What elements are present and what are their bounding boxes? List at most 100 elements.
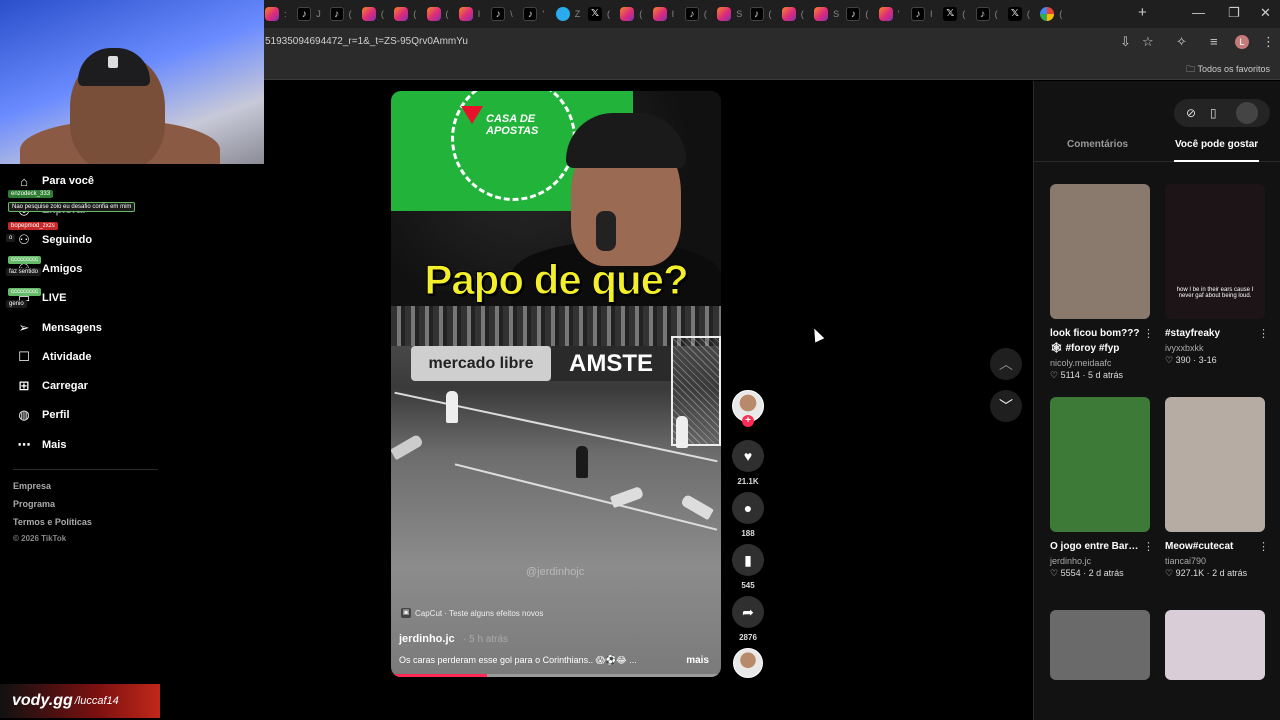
tab-title-fragment[interactable]: ( — [413, 9, 416, 19]
video-thumbnail[interactable] — [1050, 184, 1150, 319]
nav-item-2[interactable]: ⚇ Seguindo — [14, 230, 92, 250]
prev-video-button[interactable]: ︿ — [990, 348, 1022, 380]
card-author[interactable]: tiancai790 — [1165, 556, 1265, 566]
tab-title-fragment[interactable]: Z — [575, 9, 581, 19]
nav-item-5[interactable]: ➢ Mensagens — [14, 318, 102, 338]
tab-title-fragment[interactable]: ( — [704, 9, 707, 19]
tab-title-fragment[interactable]: ( — [865, 9, 868, 19]
instagram-tab-icon[interactable] — [394, 7, 409, 21]
instagram-tab-icon[interactable] — [361, 7, 376, 21]
all-bookmarks-link[interactable]: 🗀 Todos os favoritos — [1186, 62, 1270, 78]
nav-item-7[interactable]: ⊞ Carregar — [14, 376, 88, 396]
tiktok-tab-icon[interactable]: ♪ — [491, 7, 506, 21]
card-author[interactable]: jerdinho.jc — [1050, 556, 1150, 566]
compass-icon[interactable]: ⊘ — [1186, 106, 1196, 120]
x-tab-icon[interactable]: 𝕏 — [1007, 7, 1022, 21]
video-progress[interactable] — [391, 674, 721, 677]
capcut-badge[interactable]: ▣ CapCut · Teste alguns efeitos novos — [401, 608, 543, 618]
bookmark-star-icon[interactable]: ☆ — [1142, 34, 1154, 50]
video-card[interactable] — [1050, 610, 1150, 680]
video-thumbnail[interactable] — [1050, 397, 1150, 532]
tab-comments[interactable]: Comentários — [1067, 139, 1128, 150]
telegram-tab-icon[interactable] — [555, 7, 570, 21]
tab-title-fragment[interactable]: I — [672, 9, 675, 19]
google-tab-icon[interactable] — [1040, 7, 1055, 21]
tiktok-tab-icon[interactable]: ♪ — [684, 7, 699, 21]
footer-link[interactable]: Termos e Políticas — [13, 517, 92, 527]
card-menu-icon[interactable]: ⋮ — [1258, 327, 1269, 340]
menu-kebab-icon[interactable]: ⋮ — [1262, 34, 1275, 50]
video-thumbnail[interactable]: how I be in their ears cause I never gaf… — [1165, 184, 1265, 319]
tab-title-fragment[interactable]: ( — [962, 9, 965, 19]
tiktok-tab-icon[interactable]: ♪ — [749, 7, 764, 21]
tab-title-fragment[interactable]: ( — [1027, 9, 1030, 19]
tab-title-fragment[interactable]: ' — [542, 9, 544, 19]
instagram-tab-icon[interactable] — [717, 7, 732, 21]
instagram-tab-icon[interactable] — [620, 7, 635, 21]
tiktok-tab-icon[interactable]: ♪ — [975, 7, 990, 21]
url-text[interactable]: 51935094694472_r=1&_t=ZS-95Qrv0AmmYu — [265, 36, 468, 47]
video-author[interactable]: jerdinho.jc — [399, 633, 455, 645]
tab-title-fragment[interactable]: ( — [381, 9, 384, 19]
tiktok-tab-icon[interactable]: ♪ — [523, 7, 538, 21]
video-thumbnail[interactable] — [1165, 397, 1265, 532]
card-menu-icon[interactable]: ⋮ — [1258, 540, 1269, 553]
tiktok-tab-icon[interactable]: ♪ — [329, 7, 344, 21]
instagram-tab-icon[interactable] — [781, 7, 796, 21]
video-thumbnail[interactable] — [1050, 610, 1150, 680]
media-icon[interactable]: ≡ — [1210, 34, 1218, 49]
card-title[interactable]: Meow#cutecat — [1165, 539, 1257, 554]
tiktok-tab-icon[interactable]: ♪ — [297, 7, 312, 21]
instagram-tab-icon[interactable] — [878, 7, 893, 21]
video-card[interactable]: Meow#cutecat tiancai790 ♡ 927.1K · 2 d atr… — [1165, 397, 1269, 579]
tab-title-fragment[interactable]: I — [930, 9, 933, 19]
tiktok-tab-icon[interactable]: ♪ — [911, 7, 925, 21]
instagram-tab-icon[interactable] — [265, 7, 279, 21]
save-button[interactable]: ▮ — [732, 544, 764, 576]
extensions-icon[interactable]: ✧ — [1176, 34, 1187, 50]
install-icon[interactable]: ⇩ — [1120, 34, 1131, 50]
tab-title-fragment[interactable]: S — [833, 9, 839, 19]
tab-you-may-like[interactable]: Você pode gostar — [1175, 139, 1258, 150]
tab-title-fragment[interactable]: ( — [801, 9, 804, 19]
card-title[interactable]: O jogo entre Barracas central ... — [1050, 539, 1142, 554]
music-disc-avatar[interactable] — [733, 648, 763, 678]
restore-icon[interactable]: ❐ — [1228, 5, 1240, 21]
card-author[interactable]: ivyxxbxkk — [1165, 343, 1265, 353]
like-button[interactable]: ♥ — [732, 440, 764, 472]
minimize-icon[interactable]: — — [1192, 5, 1205, 20]
nav-item-9[interactable]: ⋯ Mais — [14, 435, 67, 455]
tab-title-fragment[interactable]: ( — [446, 9, 449, 19]
video-thumbnail[interactable] — [1165, 610, 1265, 680]
video-player[interactable]: CASA DE APOSTAS mercado libre AMSTE Papo… — [391, 91, 721, 677]
comment-button[interactable]: ● — [732, 492, 764, 524]
video-card[interactable]: look ficou bom??? 🕸 #foroy #fyp nicoly.me… — [1050, 184, 1154, 381]
x-tab-icon[interactable]: 𝕏 — [588, 7, 602, 21]
tab-title-fragment[interactable]: ( — [995, 9, 998, 19]
card-menu-icon[interactable]: ⋮ — [1143, 540, 1154, 553]
video-card[interactable]: how I be in their ears cause I never gaf… — [1165, 184, 1269, 366]
phone-icon[interactable]: ▯ — [1210, 106, 1217, 120]
instagram-tab-icon[interactable] — [814, 7, 829, 21]
tab-title-fragment[interactable]: ( — [349, 9, 352, 19]
follow-button[interactable]: + — [742, 415, 754, 427]
share-button[interactable]: ➦ — [732, 596, 764, 628]
instagram-tab-icon[interactable] — [426, 7, 441, 21]
nav-item-8[interactable]: ◍ Perfil — [14, 405, 69, 425]
user-avatar[interactable] — [1236, 102, 1258, 124]
tab-title-fragment[interactable]: \ — [510, 9, 513, 19]
close-icon[interactable]: ✕ — [1260, 5, 1271, 21]
profile-avatar[interactable]: L — [1235, 35, 1249, 49]
footer-link[interactable]: Empresa — [13, 481, 51, 491]
instagram-tab-icon[interactable] — [458, 7, 473, 21]
tab-title-fragment[interactable]: ' — [898, 9, 900, 19]
tab-title-fragment[interactable]: ( — [607, 9, 610, 19]
tab-title-fragment[interactable]: ( — [1059, 9, 1062, 19]
tab-title-fragment[interactable]: ( — [769, 9, 772, 19]
instagram-tab-icon[interactable] — [652, 7, 667, 21]
more-button[interactable]: mais — [686, 655, 709, 666]
x-tab-icon[interactable]: 𝕏 — [943, 7, 958, 21]
footer-link[interactable]: Programa — [13, 499, 55, 509]
next-video-button[interactable]: ﹀ — [990, 390, 1022, 422]
video-card[interactable] — [1165, 610, 1265, 680]
